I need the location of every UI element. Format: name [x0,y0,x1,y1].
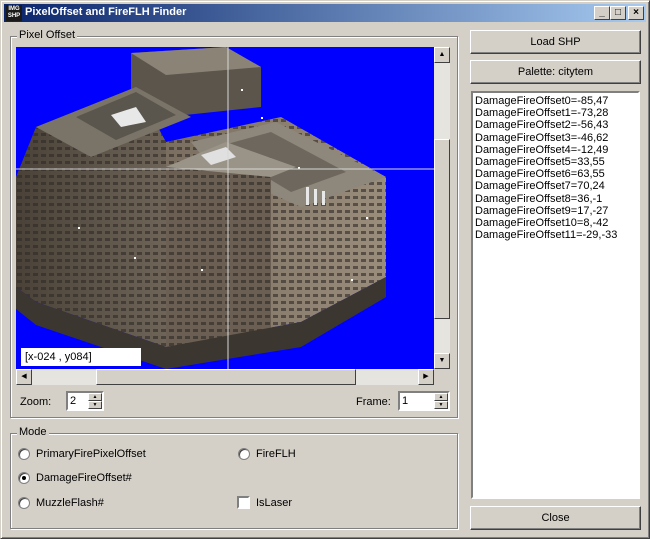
vertical-scroll-thumb[interactable] [434,139,450,319]
scroll-right-icon[interactable]: ▶ [418,369,434,385]
list-item[interactable]: DamageFireOffset0=-85,47 [475,95,636,107]
horizontal-scroll-thumb[interactable] [96,369,356,385]
app-icon: IMG SHP [6,5,22,21]
list-item[interactable]: DamageFireOffset8=36,-1 [475,193,636,205]
close-button[interactable]: Close [470,506,641,530]
damage-fire-offset-label[interactable]: DamageFireOffset# [36,472,132,484]
mode-group-label: Mode [17,426,49,438]
scroll-up-icon[interactable]: ▲ [434,47,450,63]
window-title: PixelOffset and FireFLH Finder [25,6,187,18]
pixel-offset-group-label: Pixel Offset [17,29,78,41]
frame-up-icon[interactable]: ▲ [434,393,448,401]
building-sprite [16,47,434,369]
zoom-down-icon[interactable]: ▼ [88,401,102,409]
frame-spinner[interactable]: 1 ▲ ▼ [398,391,450,411]
main-window: IMG SHP PixelOffset and FireFLH Finder _… [0,0,650,539]
list-item[interactable]: DamageFireOffset11=-29,-33 [475,229,636,241]
zoom-value[interactable]: 2 [70,395,76,407]
fireflh-radio[interactable] [238,448,250,460]
primary-fire-pixel-offset-label[interactable]: PrimaryFirePixelOffset [36,448,146,460]
coordinate-readout: [x-024 , y084] [21,348,141,366]
islaser-label[interactable]: IsLaser [256,497,292,509]
sprite-viewport[interactable]: [x-024 , y084] [16,47,434,369]
zoom-up-icon[interactable]: ▲ [88,393,102,401]
load-shp-button[interactable]: Load SHP [470,30,641,54]
list-item[interactable]: DamageFireOffset9=17,-27 [475,205,636,217]
primary-fire-pixel-offset-radio[interactable] [18,448,30,460]
zoom-label: Zoom: [20,396,52,408]
list-item[interactable]: DamageFireOffset10=8,-42 [475,217,636,229]
close-window-button[interactable]: × [628,6,644,20]
horizontal-scrollbar[interactable]: ◀ ▶ [16,369,434,385]
scroll-left-icon[interactable]: ◀ [16,369,32,385]
zoom-spinner[interactable]: 2 ▲ ▼ [66,391,104,411]
title-bar[interactable]: IMG SHP PixelOffset and FireFLH Finder _… [4,4,646,22]
minimize-button[interactable]: _ [594,6,610,20]
palette-button[interactable]: Palette: citytem [470,60,641,84]
list-item[interactable]: DamageFireOffset5=33,55 [475,156,636,168]
maximize-button[interactable]: □ [610,6,626,20]
islaser-checkbox[interactable] [237,496,250,509]
list-item[interactable]: DamageFireOffset1=-73,28 [475,107,636,119]
list-item[interactable]: DamageFireOffset7=70,24 [475,180,636,192]
vertical-scrollbar[interactable]: ▲ ▼ [434,47,450,369]
muzzle-flash-radio[interactable] [18,497,30,509]
list-item[interactable]: DamageFireOffset3=-46,62 [475,132,636,144]
scroll-down-icon[interactable]: ▼ [434,353,450,369]
scroll-corner [434,369,450,385]
list-item[interactable]: DamageFireOffset4=-12,49 [475,144,636,156]
damage-fire-offset-radio[interactable] [18,472,30,484]
muzzle-flash-label[interactable]: MuzzleFlash# [36,497,104,509]
list-item[interactable]: DamageFireOffset6=63,55 [475,168,636,180]
fireflh-label[interactable]: FireFLH [256,448,296,460]
offsets-listbox[interactable]: DamageFireOffset0=-85,47 DamageFireOffse… [471,91,640,499]
frame-value[interactable]: 1 [402,395,408,407]
list-item[interactable]: DamageFireOffset2=-56,43 [475,119,636,131]
frame-label: Frame: [356,396,391,408]
frame-down-icon[interactable]: ▼ [434,401,448,409]
